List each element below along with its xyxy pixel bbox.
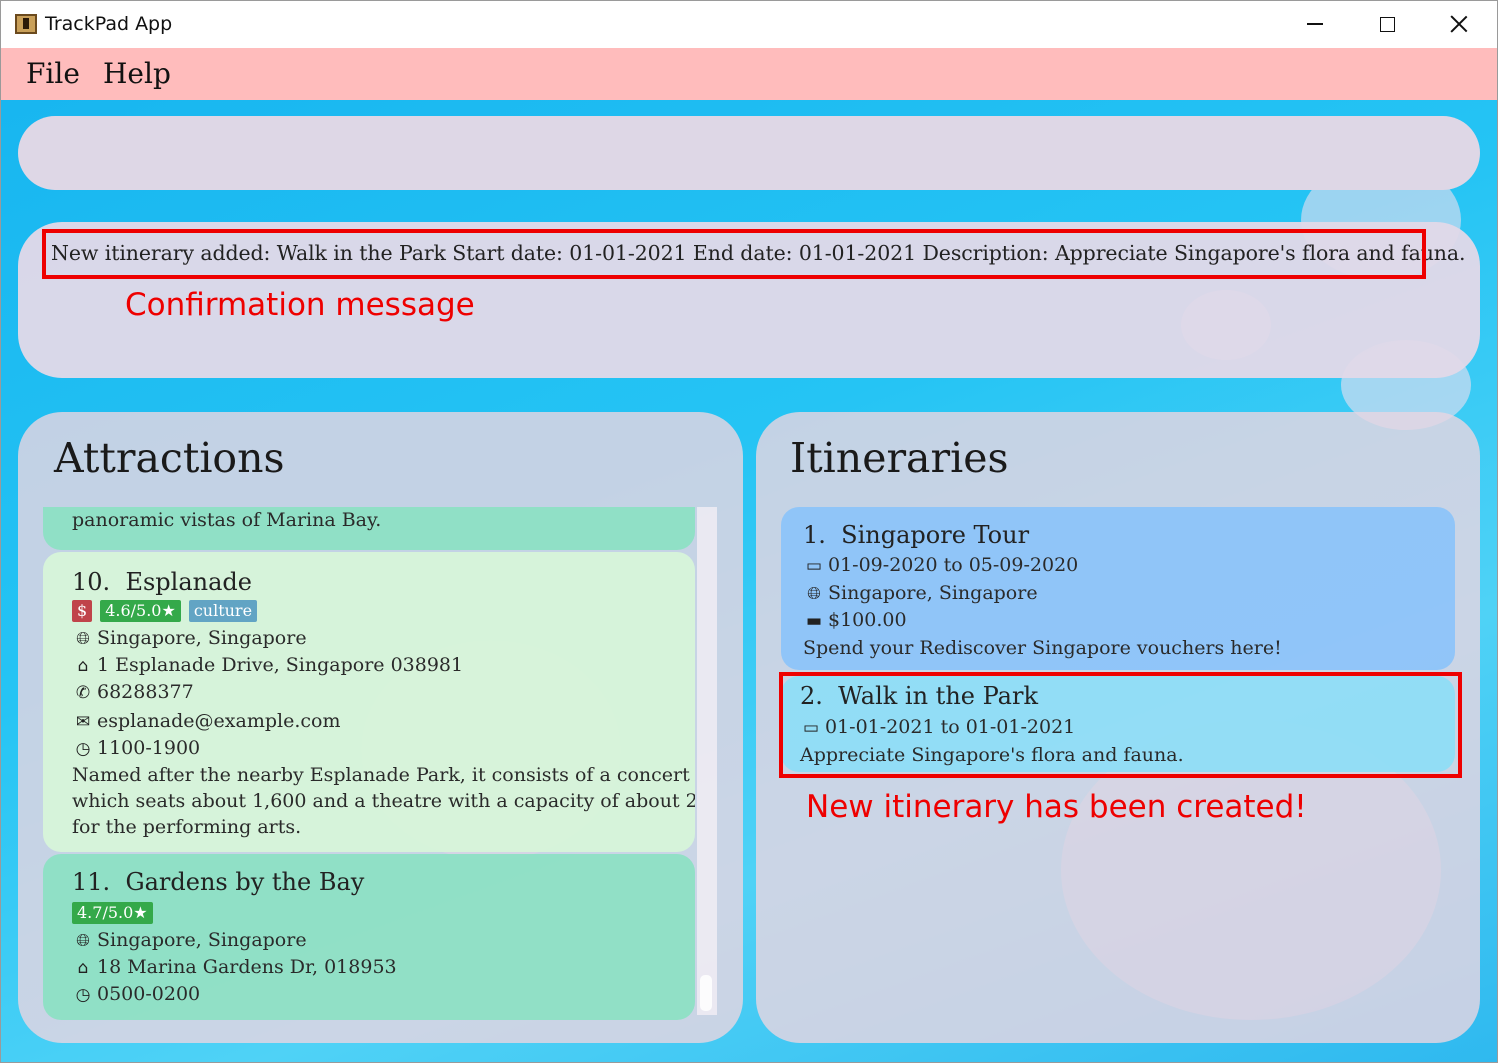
attraction-card-partial[interactable]: panoramic vistas of Marina Bay. [43,507,695,550]
minimize-icon [1307,23,1323,25]
itineraries-title: Itineraries [790,434,1009,482]
rating-badge: 4.7/5.0★ [72,902,153,924]
rating-badge: 4.6/5.0★ [100,600,181,622]
close-button[interactable] [1423,1,1495,47]
attraction-hours: ◷ 0500-0200 [72,983,201,1005]
location-text: Singapore, Singapore [97,627,307,649]
attractions-scrollbar[interactable] [697,507,717,1015]
money-icon: ▬ [805,611,823,631]
command-input[interactable] [58,136,1438,170]
attraction-card[interactable]: 10. Esplanade $4.6/5.0★ culture 🌐︎ Singapo… [43,552,695,852]
itinerary-description: Spend your Rediscover Singapore vouchers… [803,637,1282,659]
attraction-index: 10. [72,568,111,596]
minimize-button[interactable] [1279,1,1351,47]
attraction-name-line: 10. Esplanade [72,568,252,596]
calendar-icon: ▭ [805,556,823,576]
email-text: esplanade@example.com [97,710,341,732]
maximize-icon [1379,16,1395,32]
attraction-description: panoramic vistas of Marina Bay. [72,509,382,531]
annotation-highlight-confirmation [42,229,1426,279]
attraction-location: 🌐︎ Singapore, Singapore [72,627,307,649]
attraction-description: which seats about 1,600 and a theatre wi… [72,790,695,812]
phone-text: 68288377 [97,681,194,703]
location-text: Singapore, Singapore [828,582,1038,604]
price-badge: $ [72,600,93,622]
itinerary-dates: ▭ 01-09-2020 to 05-09-2020 [803,554,1078,576]
email-icon: ✉ [75,712,91,732]
itinerary-card[interactable]: 1. Singapore Tour ▭ 01-09-2020 to 05-09-2… [781,507,1455,670]
itinerary-location: 🌐︎ Singapore, Singapore [803,582,1038,604]
attraction-phone: ✆ 68288377 [72,681,194,703]
itinerary-index: 1. [803,521,826,549]
window-title: TrackPad App [45,13,173,35]
attraction-card[interactable]: 11. Gardens by the Bay 4.7/5.0★ 🌐︎ Singap… [43,854,695,1020]
scrollbar-thumb[interactable] [700,975,712,1011]
itinerary-budget: ▬ $100.00 [803,609,907,631]
phone-icon: ✆ [75,683,91,703]
clock-icon: ◷ [75,985,91,1005]
menu-bar: File Help [0,48,1498,100]
command-box[interactable] [18,116,1480,190]
app-logo-icon [15,14,37,34]
maximize-button[interactable] [1351,1,1423,47]
attraction-email: ✉ esplanade@example.com [72,710,341,732]
itinerary-name: Singapore Tour [841,521,1030,549]
attraction-name: Esplanade [125,568,252,596]
attraction-hours: ◷ 1100-1900 [72,737,201,759]
clock-icon: ◷ [75,739,91,759]
attraction-index: 11. [72,868,111,896]
address-text: 18 Marina Gardens Dr, 018953 [97,956,397,978]
attraction-address: ⌂ 18 Marina Gardens Dr, 018953 [72,956,397,978]
budget-text: $100.00 [828,609,907,631]
attraction-description: for the performing arts. [72,816,302,838]
location-text: Singapore, Singapore [97,929,307,951]
attractions-title: Attractions [54,434,285,482]
tag-badge: culture [188,600,258,622]
globe-icon: 🌐︎ [76,931,90,951]
attraction-address: ⌂ 1 Esplanade Drive, Singapore 038981 [72,654,464,676]
dates-text: 01-09-2020 to 05-09-2020 [828,554,1079,576]
annotation-confirmation-label: Confirmation message [125,287,475,323]
attraction-location: 🌐︎ Singapore, Singapore [72,929,307,951]
attraction-description: Named after the nearby Esplanade Park, i… [72,764,695,786]
home-icon: ⌂ [77,656,89,676]
attractions-list[interactable]: panoramic vistas of Marina Bay. 10. Espl… [43,507,695,1021]
globe-icon: 🌐︎ [807,584,821,604]
home-icon: ⌂ [77,958,89,978]
address-text: 1 Esplanade Drive, Singapore 038981 [97,654,464,676]
attraction-badges: 4.7/5.0★ [72,901,161,924]
menu-file[interactable]: File [26,57,80,90]
attraction-name: Gardens by the Bay [125,868,365,896]
close-icon [1450,15,1468,33]
globe-icon: 🌐︎ [76,629,90,649]
attraction-badges: $4.6/5.0★ culture [72,599,265,622]
attraction-name-line: 11. Gardens by the Bay [72,868,364,896]
annotation-highlight-new-itinerary [779,672,1462,778]
hours-text: 1100-1900 [97,737,201,759]
itinerary-name-line: 1. Singapore Tour [803,521,1029,549]
hours-text: 0500-0200 [97,983,201,1005]
menu-help[interactable]: Help [103,57,171,90]
title-bar: TrackPad App [0,0,1498,48]
annotation-created-label: New itinerary has been created! [806,789,1307,825]
